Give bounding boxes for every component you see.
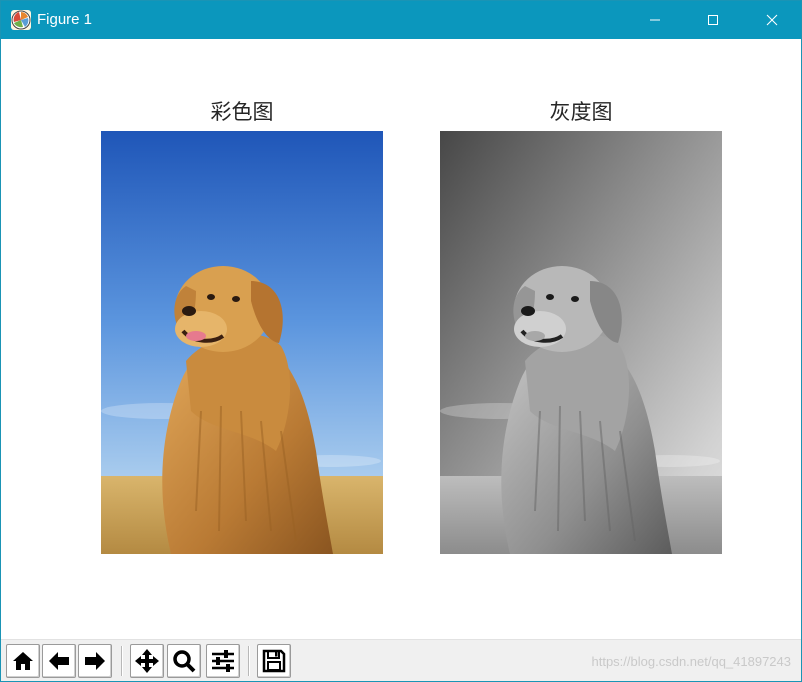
window-title: Figure 1	[37, 11, 93, 28]
configure-subplots-button[interactable]	[206, 644, 240, 678]
watermark-text: https://blog.csdn.net/qq_41897243	[591, 654, 792, 669]
pan-button[interactable]	[130, 644, 164, 678]
maximize-icon	[708, 15, 718, 25]
magnifier-icon	[173, 650, 196, 673]
close-icon	[766, 14, 778, 26]
toolbar-separator	[248, 646, 250, 676]
arrow-right-icon	[85, 652, 105, 670]
maximize-button[interactable]	[690, 1, 736, 39]
figure-canvas[interactable]: 彩色图 灰度图	[1, 39, 801, 639]
matplotlib-icon	[11, 10, 31, 30]
move-icon	[135, 649, 159, 673]
floppy-disk-icon	[262, 649, 286, 673]
forward-button[interactable]	[78, 644, 112, 678]
color-image	[101, 131, 383, 554]
minimize-button[interactable]	[632, 1, 678, 39]
grayscale-image	[440, 131, 722, 554]
subplot-title-gray: 灰度图	[549, 100, 613, 124]
home-icon	[13, 652, 33, 670]
minimize-icon	[650, 19, 660, 21]
home-button[interactable]	[6, 644, 40, 678]
close-button[interactable]	[749, 1, 795, 39]
navigation-toolbar: https://blog.csdn.net/qq_41897243	[1, 639, 801, 681]
sliders-icon	[212, 650, 234, 672]
figure-window: Figure 1 彩色图 灰度图 https://blog.csdn.net/q…	[0, 0, 802, 682]
arrow-left-icon	[49, 652, 69, 670]
back-button[interactable]	[42, 644, 76, 678]
save-button[interactable]	[257, 644, 291, 678]
title-bar[interactable]: Figure 1	[1, 1, 801, 39]
subplot-title-color: 彩色图	[210, 100, 274, 124]
zoom-button[interactable]	[167, 644, 201, 678]
toolbar-separator	[121, 646, 123, 676]
